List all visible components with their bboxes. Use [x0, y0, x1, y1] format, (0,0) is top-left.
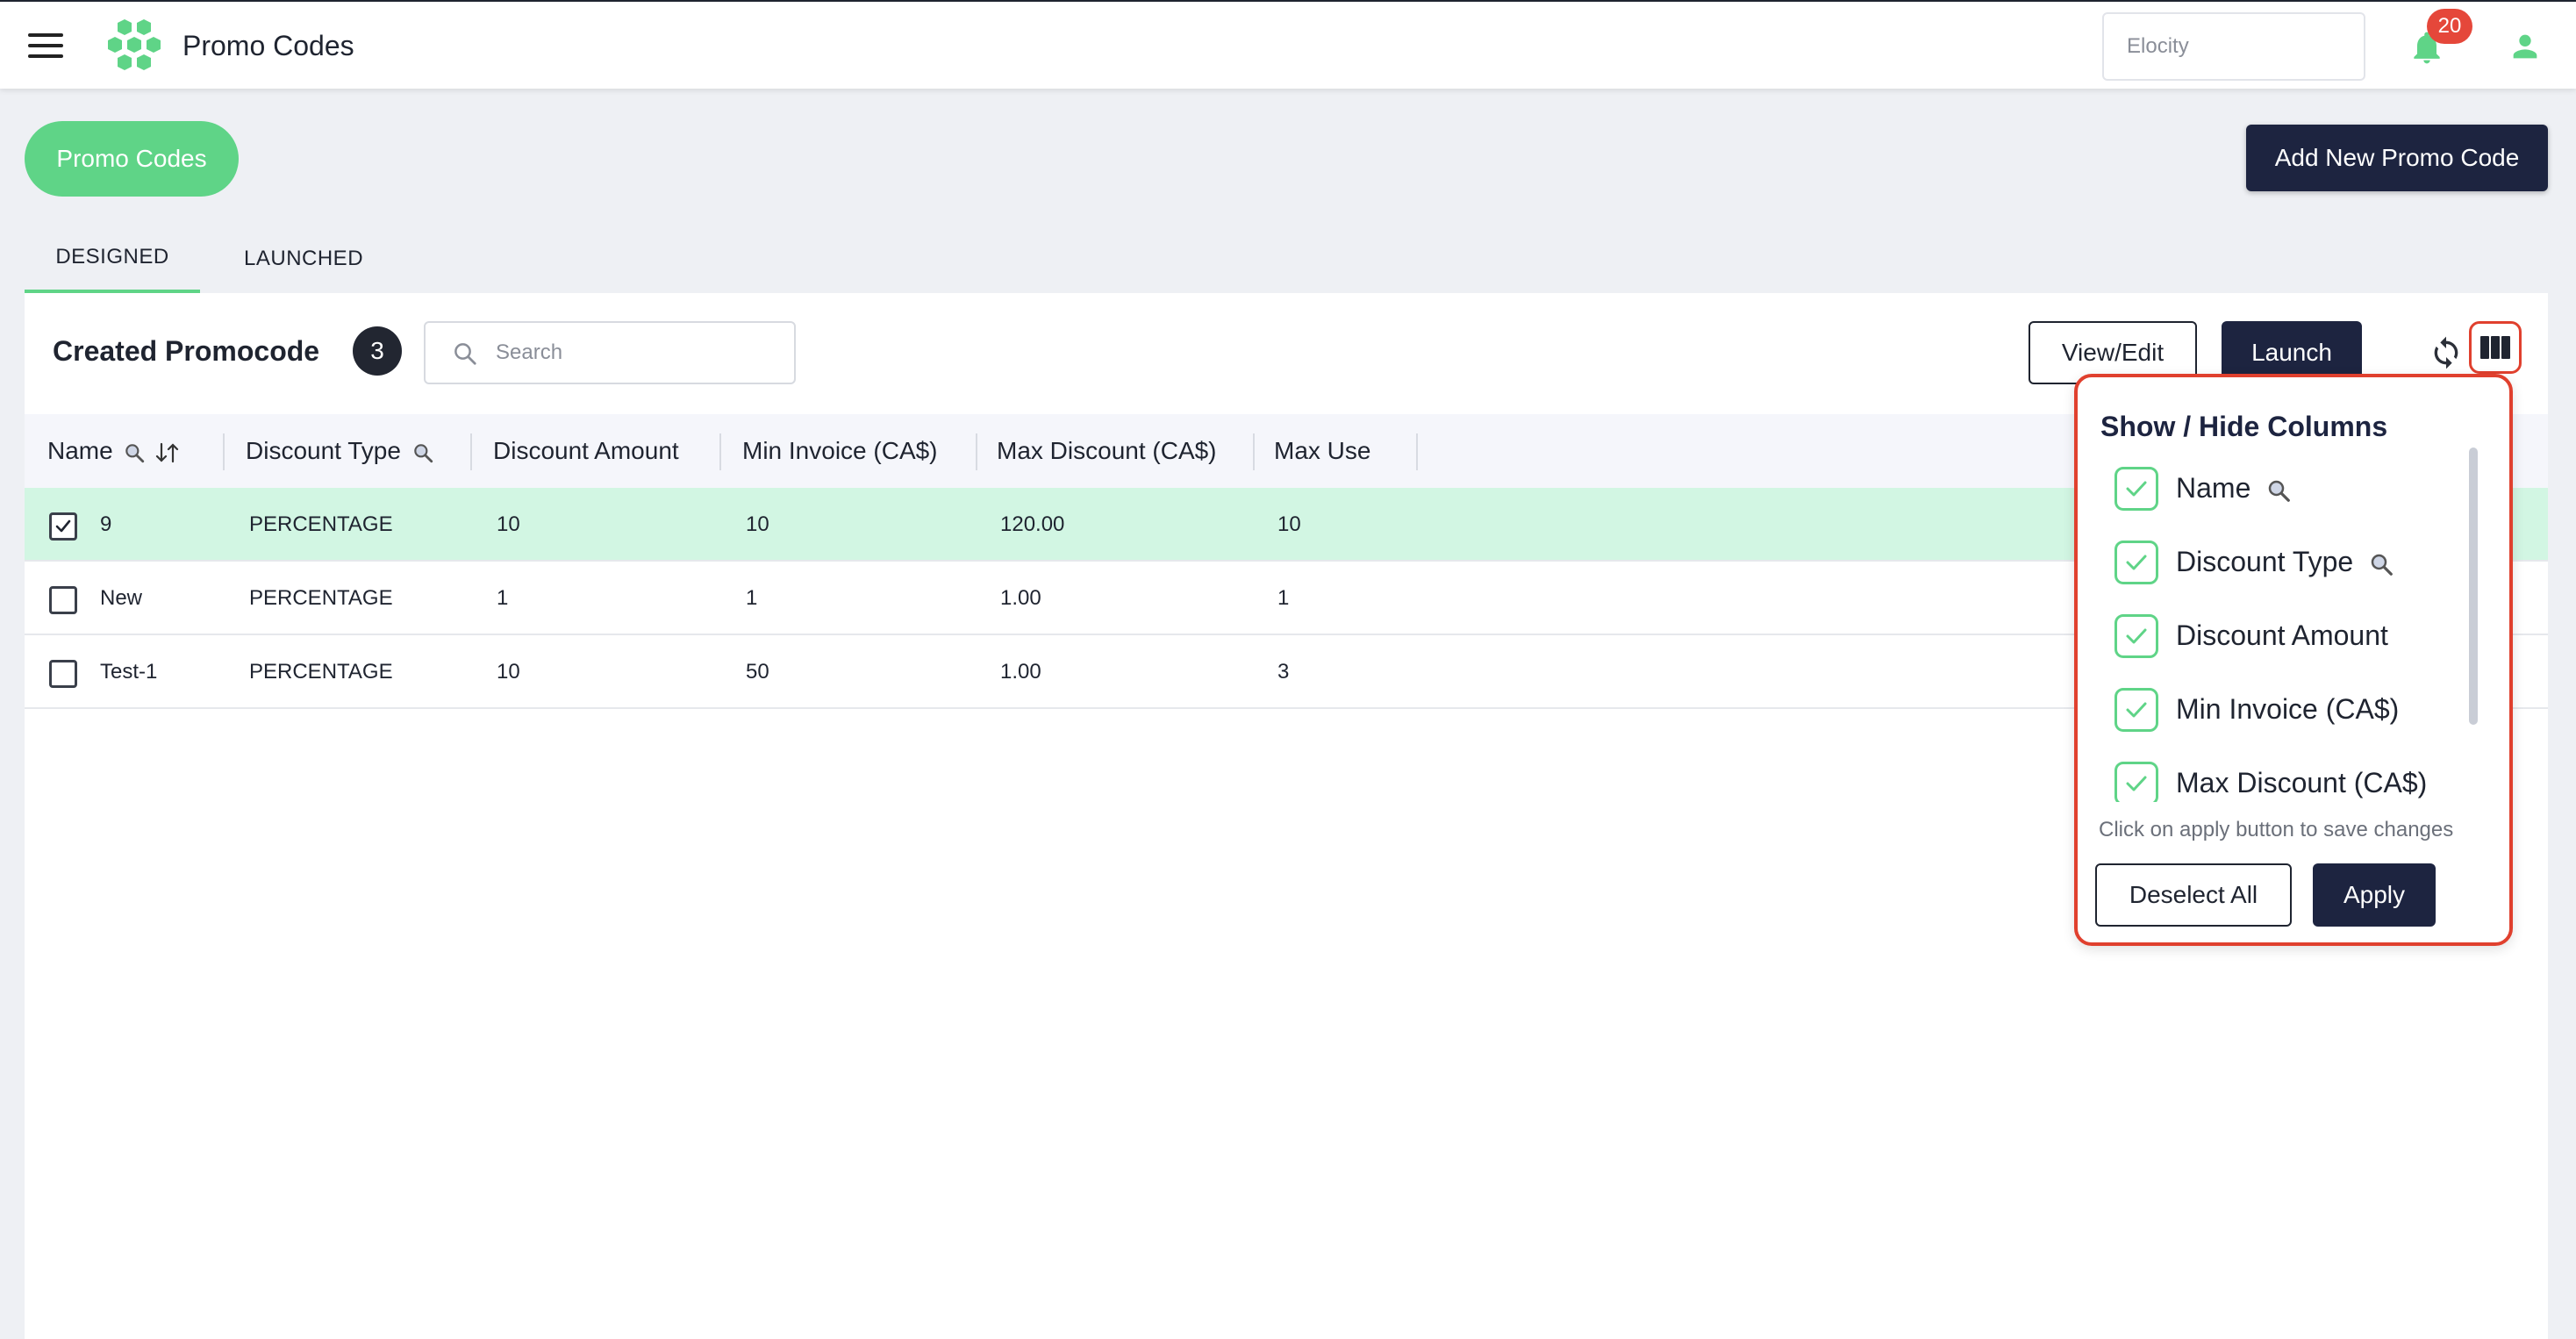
column-checkbox[interactable]	[2114, 467, 2158, 511]
search-icon	[2371, 554, 2393, 576]
cell-discount-type: PERCENTAGE	[249, 586, 393, 610]
search-icon	[454, 343, 476, 365]
cell-discount-amount: 10	[497, 512, 520, 536]
columns-toggle-button[interactable]	[2469, 321, 2522, 374]
organization-input[interactable]	[2102, 12, 2365, 81]
search-input[interactable]	[496, 335, 776, 370]
top-bar: Promo Codes 20	[0, 0, 2576, 89]
cell-discount-type: PERCENTAGE	[249, 512, 393, 536]
row-checkbox[interactable]	[49, 586, 77, 614]
check-icon	[2126, 776, 2147, 791]
column-separator	[470, 433, 472, 470]
column-header-max-use[interactable]: Max Use	[1274, 414, 1370, 488]
column-separator	[976, 433, 977, 470]
column-option-name[interactable]: Name	[2078, 453, 2490, 526]
popover-title: Show / Hide Columns	[2100, 411, 2388, 442]
column-header-max-discount[interactable]: Max Discount (CA$)	[997, 414, 1217, 488]
cell-min-invoice: 1	[746, 586, 758, 610]
count-badge: 3	[353, 326, 402, 376]
tab-bar: DESIGNED LAUNCHED	[25, 235, 363, 295]
cell-name: Test-1	[100, 660, 158, 684]
cell-discount-amount: 1	[497, 586, 509, 610]
cell-max-discount: 1.00	[1000, 586, 1041, 610]
search-icon	[2269, 480, 2291, 502]
sort-icon[interactable]	[154, 441, 181, 464]
column-option-discount-amount[interactable]: Discount Amount	[2078, 600, 2490, 674]
menu-icon[interactable]	[28, 33, 63, 58]
notification-badge: 20	[2427, 9, 2472, 44]
columns-icon	[2480, 336, 2510, 359]
check-icon	[2126, 481, 2147, 497]
row-checkbox[interactable]	[49, 512, 77, 541]
cell-max-discount: 120.00	[1000, 512, 1065, 536]
search-icon[interactable]	[411, 441, 434, 464]
column-header-name[interactable]: Name	[47, 414, 181, 488]
column-option-label: Discount Type	[2176, 546, 2394, 578]
cell-max-use: 10	[1277, 512, 1301, 536]
cell-min-invoice: 50	[746, 660, 769, 684]
column-separator	[223, 433, 225, 470]
cell-discount-type: PERCENTAGE	[249, 660, 393, 684]
check-icon	[55, 519, 71, 533]
column-option-max-discount[interactable]: Max Discount (CA$)	[2078, 748, 2490, 802]
column-separator	[1253, 433, 1255, 470]
column-header-discount-type[interactable]: Discount Type	[246, 414, 434, 488]
refresh-icon[interactable]	[2429, 333, 2464, 372]
add-new-promo-code-button[interactable]: Add New Promo Code	[2246, 125, 2548, 191]
search-box	[424, 321, 796, 384]
column-separator	[1416, 433, 1418, 470]
cell-name: New	[100, 586, 143, 610]
search-icon[interactable]	[123, 441, 146, 464]
column-picker-popover: Show / Hide Columns Name Discount Type D…	[2074, 374, 2513, 946]
logo-icon	[108, 19, 161, 70]
column-header-discount-amount[interactable]: Discount Amount	[493, 414, 679, 488]
column-option-label: Max Discount (CA$)	[2176, 767, 2428, 798]
row-checkbox[interactable]	[49, 660, 77, 688]
column-checkbox[interactable]	[2114, 614, 2158, 658]
cell-name: 9	[100, 512, 112, 536]
column-option-label: Name	[2176, 472, 2292, 505]
column-option-min-invoice[interactable]: Min Invoice (CA$)	[2078, 674, 2490, 748]
column-option-label: Discount Amount	[2176, 619, 2388, 651]
tab-designed[interactable]: DESIGNED	[25, 235, 200, 295]
column-header-min-invoice[interactable]: Min Invoice (CA$)	[742, 414, 938, 488]
deselect-all-button[interactable]: Deselect All	[2095, 863, 2292, 927]
column-checkbox[interactable]	[2114, 762, 2158, 802]
apply-button[interactable]: Apply	[2313, 863, 2436, 927]
cell-max-discount: 1.00	[1000, 660, 1041, 684]
page-title-pill: Promo Codes	[25, 121, 239, 197]
app-title: Promo Codes	[182, 30, 354, 61]
card-title: Created Promocode	[53, 335, 320, 367]
cell-max-use: 1	[1277, 586, 1290, 610]
column-option-discount-type[interactable]: Discount Type	[2078, 526, 2490, 600]
column-checkbox[interactable]	[2114, 688, 2158, 732]
user-icon[interactable]	[2508, 28, 2543, 65]
check-icon	[2126, 702, 2147, 718]
popover-hint: Click on apply button to save changes	[2099, 818, 2454, 841]
cell-discount-amount: 10	[497, 660, 520, 684]
check-icon	[2126, 555, 2147, 570]
column-picker-list: Name Discount Type Discount Amount Min I…	[2078, 453, 2490, 802]
tab-launched[interactable]: LAUNCHED	[200, 235, 363, 295]
column-separator	[719, 433, 721, 470]
popover-scrollbar[interactable]	[2469, 448, 2478, 725]
column-option-label: Min Invoice (CA$)	[2176, 693, 2400, 725]
cell-max-use: 3	[1277, 660, 1290, 684]
cell-min-invoice: 10	[746, 512, 769, 536]
column-checkbox[interactable]	[2114, 541, 2158, 584]
check-icon	[2126, 628, 2147, 644]
